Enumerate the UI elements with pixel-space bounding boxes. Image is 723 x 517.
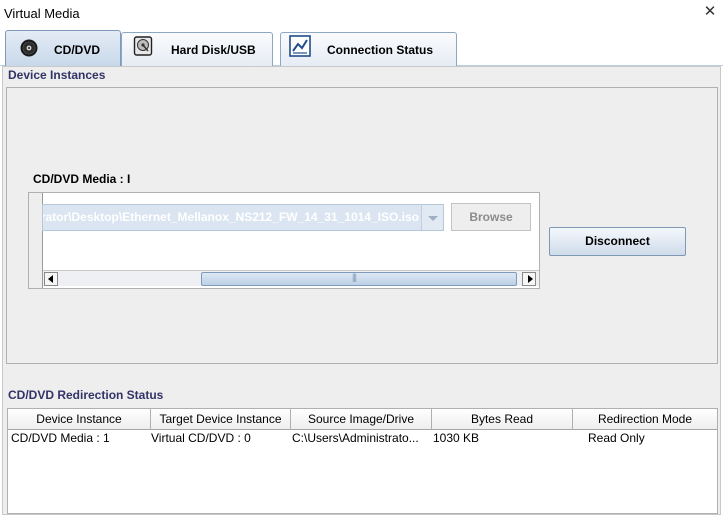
- image-path-value: C:\Users\Administrator\Desktop\Ethernet_…: [43, 210, 419, 224]
- tab-label: Hard Disk/USB: [171, 43, 256, 57]
- cd-dvd-icon: [20, 39, 38, 57]
- horizontal-scrollbar[interactable]: [43, 270, 539, 286]
- tab-hard-disk-usb[interactable]: Hard Disk/USB: [121, 32, 273, 66]
- cell-target-device: Virtual CD/DVD : 0: [151, 431, 251, 445]
- scroll-right-icon[interactable]: [522, 272, 536, 286]
- device-instances-header: Device Instances: [8, 68, 106, 82]
- connection-chart-icon: [289, 35, 311, 57]
- column-header-redirection-mode[interactable]: Redirection Mode: [573, 409, 717, 430]
- image-path-combo[interactable]: C:\Users\Administrator\Desktop\Ethernet_…: [42, 204, 444, 231]
- cell-redirection-mode: Read Only: [588, 431, 645, 445]
- cell-bytes-read: 1030 KB: [433, 431, 480, 445]
- close-icon[interactable]: ✕: [703, 4, 717, 20]
- tab-strip: CD/DVD Hard Disk/USB Connection Status: [0, 29, 723, 66]
- scrollbar-thumb[interactable]: [201, 272, 517, 286]
- disconnect-button[interactable]: Disconnect: [549, 227, 686, 256]
- redirection-status-header: CD/DVD Redirection Status: [8, 388, 164, 402]
- tab-cd-dvd[interactable]: CD/DVD: [5, 30, 121, 66]
- window-title: Virtual Media: [4, 6, 80, 21]
- tab-connection-status[interactable]: Connection Status: [280, 32, 457, 66]
- tab-label: CD/DVD: [54, 43, 101, 57]
- tab-label: Connection Status: [327, 43, 434, 57]
- cell-device-instance: CD/DVD Media : 1: [11, 431, 110, 445]
- redirection-status-table: Device Instance Target Device Instance S…: [7, 408, 718, 514]
- table-header: Device Instance Target Device Instance S…: [8, 409, 717, 430]
- column-header-bytes-read[interactable]: Bytes Read: [432, 409, 573, 430]
- table-row[interactable]: CD/DVD Media : 1 Virtual CD/DVD : 0 C:\U…: [8, 431, 717, 447]
- title-bar: Virtual Media ✕: [0, 0, 723, 29]
- hard-disk-icon: [133, 36, 153, 56]
- scroll-left-icon[interactable]: [44, 272, 58, 286]
- cell-source-image: C:\Users\Administrato...: [292, 431, 419, 445]
- media-label: CD/DVD Media : I: [33, 172, 131, 186]
- browse-button[interactable]: Browse: [451, 203, 531, 231]
- column-header-target-device[interactable]: Target Device Instance: [151, 409, 291, 430]
- chevron-down-icon[interactable]: [421, 205, 443, 230]
- column-header-source-image[interactable]: Source Image/Drive: [291, 409, 432, 430]
- column-header-device-instance[interactable]: Device Instance: [8, 409, 151, 430]
